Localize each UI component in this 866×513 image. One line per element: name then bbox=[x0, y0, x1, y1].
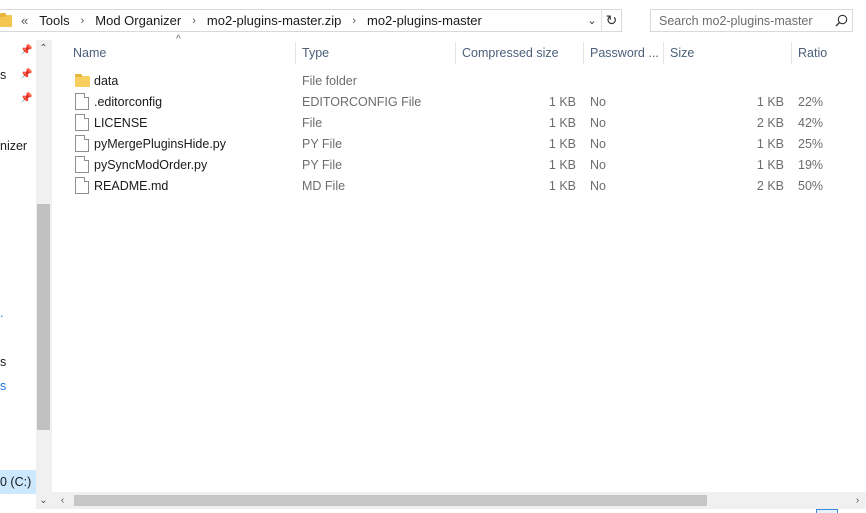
search-box[interactable]: Search mo2-plugins-master bbox=[650, 9, 853, 32]
file-type: EDITORCONFIG File bbox=[302, 94, 422, 109]
nav-item-folder[interactable]: s bbox=[0, 379, 6, 393]
search-icon[interactable] bbox=[830, 14, 852, 27]
file-name: README.md bbox=[94, 178, 169, 193]
column-header-row: ^ Name Type Compressed size Password ...… bbox=[52, 34, 866, 65]
horizontal-scrollbar[interactable]: ‹ › bbox=[52, 492, 866, 509]
file-type: PY File bbox=[302, 157, 343, 172]
file-compressed-size: 1 KB bbox=[548, 178, 576, 193]
column-header-size[interactable]: Size bbox=[664, 40, 792, 65]
file-ratio: 50% bbox=[798, 178, 824, 193]
pin-icon: 📌 bbox=[20, 45, 33, 56]
file-size: 1 KB bbox=[756, 157, 784, 172]
file-row[interactable]: .editorconfig EDITORCONFIG File 1 KB No … bbox=[68, 91, 828, 112]
file-row[interactable]: LICENSE File 1 KB No 2 KB 42% bbox=[68, 112, 828, 133]
nav-item-quick-access[interactable]: s bbox=[0, 68, 6, 82]
file-size: 2 KB bbox=[756, 115, 784, 130]
nav-item-local-disk-c[interactable]: 0 (C:) bbox=[0, 470, 36, 494]
navigation-pane[interactable]: 📌 s 📌 📌 nizer . s s 0 (C:) bbox=[0, 40, 36, 510]
file-type: File bbox=[302, 115, 323, 130]
nav-item-link[interactable]: . bbox=[0, 306, 3, 320]
file-row[interactable]: data File folder bbox=[68, 70, 828, 91]
scroll-up-arrow-icon[interactable]: ⌃ bbox=[36, 40, 51, 56]
file-ratio: 19% bbox=[798, 157, 824, 172]
file-name: pyMergePluginsHide.py bbox=[94, 136, 227, 151]
file-compressed-size: 1 KB bbox=[548, 94, 576, 109]
file-compressed-size: 1 KB bbox=[548, 136, 576, 151]
file-compressed-size: 1 KB bbox=[548, 157, 576, 172]
scrollbar-thumb[interactable] bbox=[74, 495, 707, 506]
column-header-name[interactable]: Name bbox=[67, 40, 296, 65]
pin-icon: 📌 bbox=[20, 69, 33, 80]
breadcrumb-tools[interactable]: Tools bbox=[37, 13, 71, 28]
file-name: LICENSE bbox=[94, 115, 148, 130]
scroll-right-arrow-icon[interactable]: › bbox=[849, 492, 866, 509]
file-icon bbox=[75, 114, 89, 131]
file-ratio: 25% bbox=[798, 136, 824, 151]
file-row[interactable]: pySyncModOrder.py PY File 1 KB No 1 KB 1… bbox=[68, 154, 828, 175]
scroll-down-arrow-icon[interactable]: ⌄ bbox=[36, 492, 51, 508]
file-password: No bbox=[590, 115, 606, 130]
file-password: No bbox=[590, 94, 606, 109]
file-password: No bbox=[590, 136, 606, 151]
file-type: MD File bbox=[302, 178, 346, 193]
file-list[interactable]: ^ Name Type Compressed size Password ...… bbox=[52, 34, 866, 492]
navigation-scrollbar[interactable]: ⌃ ⌄ bbox=[36, 40, 51, 510]
refresh-icon[interactable]: ↻ bbox=[601, 10, 621, 31]
file-type: PY File bbox=[302, 136, 343, 151]
file-type: File folder bbox=[302, 73, 357, 88]
file-size: 1 KB bbox=[756, 94, 784, 109]
column-header-compressed-size[interactable]: Compressed size bbox=[456, 40, 584, 65]
folder-icon bbox=[75, 74, 90, 87]
scroll-left-arrow-icon[interactable]: ‹ bbox=[54, 492, 71, 509]
column-header-type[interactable]: Type bbox=[296, 40, 456, 65]
file-compressed-size: 1 KB bbox=[548, 115, 576, 130]
file-ratio: 22% bbox=[798, 94, 824, 109]
nav-item-mod-organizer[interactable]: nizer bbox=[0, 139, 27, 153]
chevron-right-icon[interactable]: › bbox=[352, 15, 356, 27]
breadcrumb-zip[interactable]: mo2-plugins-master.zip bbox=[205, 13, 343, 28]
address-bar[interactable]: « Tools › Mod Organizer › mo2-plugins-ma… bbox=[0, 9, 622, 32]
file-size: 2 KB bbox=[756, 178, 784, 193]
nav-item-label: 0 (C:) bbox=[0, 475, 32, 489]
breadcrumb-current-folder[interactable]: mo2-plugins-master bbox=[365, 13, 484, 28]
breadcrumb-mod-organizer[interactable]: Mod Organizer bbox=[93, 13, 183, 28]
file-ratio: 42% bbox=[798, 115, 824, 130]
file-password: No bbox=[590, 157, 606, 172]
pin-icon: 📌 bbox=[20, 93, 33, 104]
file-icon bbox=[75, 177, 89, 194]
file-size: 1 KB bbox=[756, 136, 784, 151]
file-icon bbox=[75, 135, 89, 152]
column-header-password[interactable]: Password ... bbox=[584, 40, 664, 65]
file-password: No bbox=[590, 178, 606, 193]
file-name: .editorconfig bbox=[94, 94, 163, 109]
column-header-ratio[interactable]: Ratio bbox=[792, 40, 866, 65]
chevron-right-icon[interactable]: › bbox=[192, 15, 196, 27]
status-bar bbox=[0, 509, 866, 513]
file-icon bbox=[75, 156, 89, 173]
details-view-button[interactable] bbox=[816, 509, 838, 513]
file-name: data bbox=[94, 73, 119, 88]
nav-item-folder[interactable]: s bbox=[0, 355, 6, 369]
chevron-down-icon[interactable]: ⌄ bbox=[583, 10, 601, 31]
breadcrumb-overflow-button[interactable]: « bbox=[21, 13, 28, 28]
folder-icon bbox=[0, 12, 14, 29]
file-icon bbox=[75, 93, 89, 110]
file-row[interactable]: pyMergePluginsHide.py PY File 1 KB No 1 … bbox=[68, 133, 828, 154]
scrollbar-thumb[interactable] bbox=[37, 204, 50, 430]
toolbar: « Tools › Mod Organizer › mo2-plugins-ma… bbox=[0, 0, 866, 40]
file-row[interactable]: README.md MD File 1 KB No 2 KB 50% bbox=[68, 175, 828, 196]
chevron-right-icon[interactable]: › bbox=[81, 15, 85, 27]
search-input[interactable]: Search mo2-plugins-master bbox=[659, 14, 830, 28]
file-name: pySyncModOrder.py bbox=[94, 157, 208, 172]
